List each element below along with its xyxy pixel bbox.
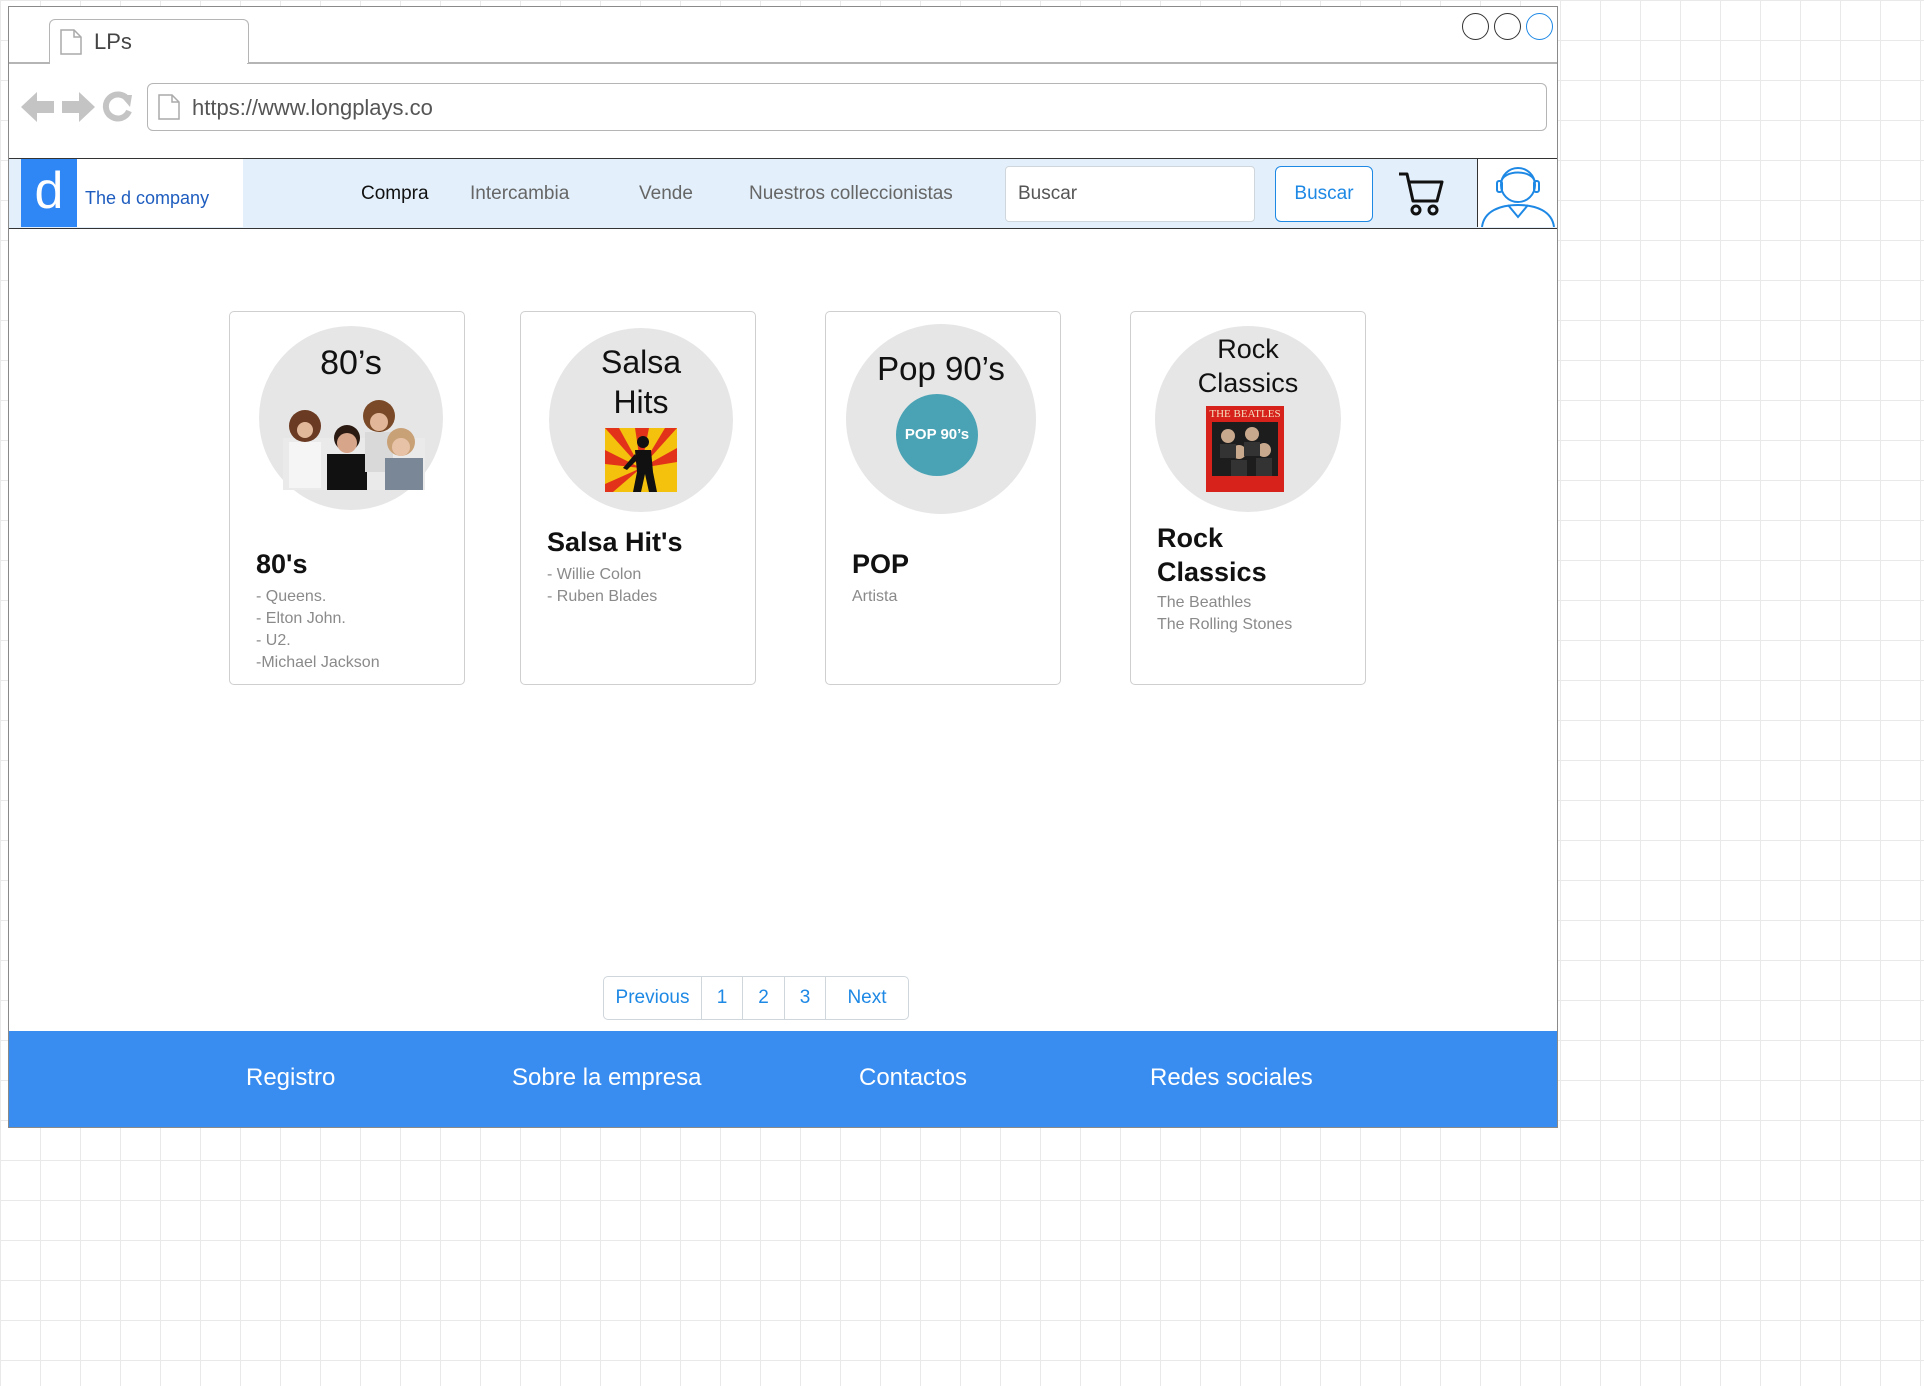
card-title: POP [852, 549, 910, 579]
pagination-page-2[interactable]: 2 [743, 977, 785, 1019]
window-control-icon[interactable] [1526, 13, 1553, 40]
pop-badge: POP 90’s [896, 394, 978, 476]
artist-list: Artista [852, 586, 897, 608]
pagination-next[interactable]: Next [826, 977, 908, 1019]
disc-label: Pop 90’s [877, 350, 1005, 387]
category-card-rock[interactable]: Rock Classics THE BEATLES Rock Classics … [1130, 311, 1366, 685]
search-button[interactable]: Buscar [1275, 166, 1373, 222]
tab-title: LPs [94, 29, 132, 54]
artist-item: - U2. [256, 632, 291, 649]
salsa-cover-art [605, 428, 677, 492]
artist-item: - Elton John. [256, 610, 346, 627]
window-control-icon[interactable] [1462, 13, 1489, 40]
album-disc: Pop 90’s POP 90’s [846, 324, 1036, 514]
window-control-icon[interactable] [1494, 13, 1521, 40]
url-text[interactable]: https://www.longplays.co [192, 95, 433, 121]
artist-item: The Beathles [1157, 594, 1252, 611]
nav-vende[interactable]: Vende [639, 183, 693, 205]
footer-link-empresa[interactable]: Sobre la empresa [512, 1064, 701, 1092]
browser-chrome: LPs https://www.longplays.co [9, 7, 1557, 159]
site-footer: Registro Sobre la empresa Contactos Rede… [9, 1031, 1557, 1127]
category-card-pop[interactable]: Pop 90’s POP 90’s POP Artista [825, 311, 1061, 685]
brand-name: The d company [85, 188, 210, 208]
disc-label: Salsa Hits [600, 344, 682, 420]
card-title: 80's [256, 549, 308, 579]
page-icon [60, 29, 82, 60]
user-avatar-icon [1478, 167, 1557, 231]
reload-icon[interactable] [101, 91, 133, 128]
nav-intercambia[interactable]: Intercambia [470, 183, 569, 205]
artist-item: Artista [852, 588, 898, 605]
artist-item: -Michael Jackson [256, 654, 380, 671]
artist-item: - Willie Colon [547, 566, 642, 583]
site-header: d The d company Compra Intercambia Vende… [9, 158, 1557, 229]
category-card-80s[interactable]: 80’s 80's - Queens. - Elton John. - U2. … [229, 311, 465, 685]
user-avatar[interactable] [1477, 159, 1557, 228]
artist-item: - Ruben Blades [547, 588, 658, 605]
brand-logo: d [21, 159, 77, 227]
album-disc: 80’s [259, 326, 443, 510]
pagination: Previous 1 2 3 Next [603, 976, 909, 1020]
pagination-previous[interactable]: Previous [604, 977, 702, 1019]
pagination-page-1[interactable]: 1 [702, 977, 743, 1019]
artist-item: - Queens. [256, 588, 327, 605]
band-photo [283, 400, 425, 490]
card-title: Rock Classics [1157, 523, 1267, 587]
browser-tab[interactable]: LPs [49, 19, 249, 63]
browser-nav [21, 91, 133, 128]
footer-link-contactos[interactable]: Contactos [859, 1064, 967, 1092]
footer-link-registro[interactable]: Registro [246, 1064, 335, 1092]
browser-window: LPs https://www.longplays.co d The d com… [8, 6, 1558, 1128]
nav-coleccionistas[interactable]: Nuestros colleccionistas [749, 183, 953, 205]
artist-list: The Beathles The Rolling Stones [1157, 592, 1292, 636]
brand[interactable]: d The d company [21, 159, 243, 227]
address-bar[interactable]: https://www.longplays.co [147, 83, 1547, 131]
cart-icon[interactable] [1397, 169, 1445, 222]
back-arrow-icon[interactable] [21, 91, 55, 128]
footer-link-redes[interactable]: Redes sociales [1150, 1064, 1313, 1092]
artist-list: - Queens. - Elton John. - U2. -Michael J… [256, 586, 380, 674]
forward-arrow-icon[interactable] [61, 91, 95, 128]
window-controls [1462, 13, 1553, 40]
beatles-cover-art: THE BEATLES [1206, 406, 1284, 492]
search-input[interactable] [1005, 166, 1255, 222]
nav-compra[interactable]: Compra [361, 183, 429, 205]
disc-label: Rock Classics [1197, 334, 1299, 398]
album-disc: Rock Classics THE BEATLES [1155, 326, 1341, 512]
pagination-page-3[interactable]: 3 [785, 977, 826, 1019]
disc-label: 80’s [320, 344, 382, 382]
album-disc: Salsa Hits [549, 328, 733, 512]
category-card-salsa[interactable]: Salsa Hits Salsa Hit's - Willie Colon - … [520, 311, 756, 685]
page-icon [158, 94, 180, 125]
card-title: Salsa Hit's [547, 527, 683, 557]
artist-list: - Willie Colon - Ruben Blades [547, 564, 657, 608]
album-cover-text: THE BEATLES [1209, 408, 1281, 420]
artist-item: The Rolling Stones [1157, 616, 1293, 633]
